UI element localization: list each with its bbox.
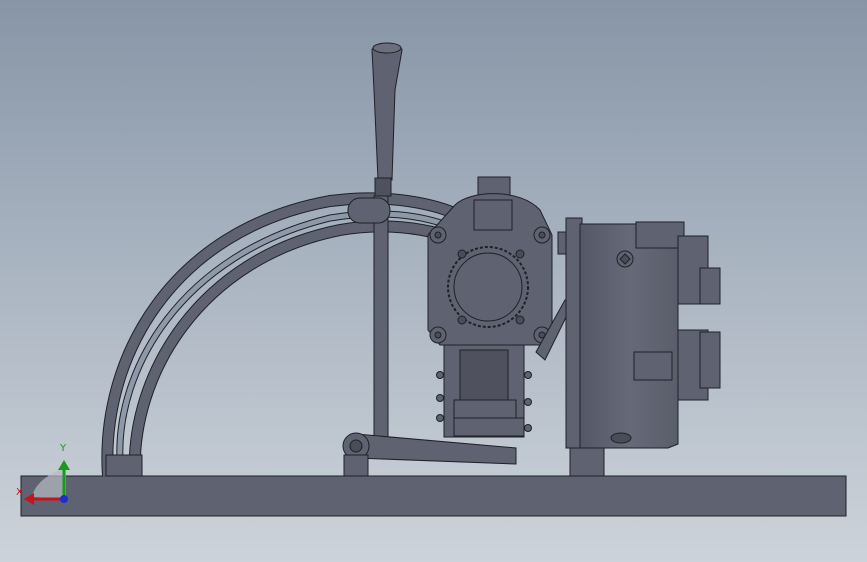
cad-model[interactable] <box>0 0 867 562</box>
base-plate[interactable] <box>20 475 847 517</box>
y-axis-label: Y <box>60 443 67 454</box>
gearbox-housing[interactable] <box>427 176 553 346</box>
graphics-viewport[interactable]: Y X <box>0 0 867 562</box>
x-axis-label: X <box>16 487 23 498</box>
chuck-assembly[interactable] <box>557 217 721 477</box>
quadrant-guide[interactable] <box>101 192 468 477</box>
